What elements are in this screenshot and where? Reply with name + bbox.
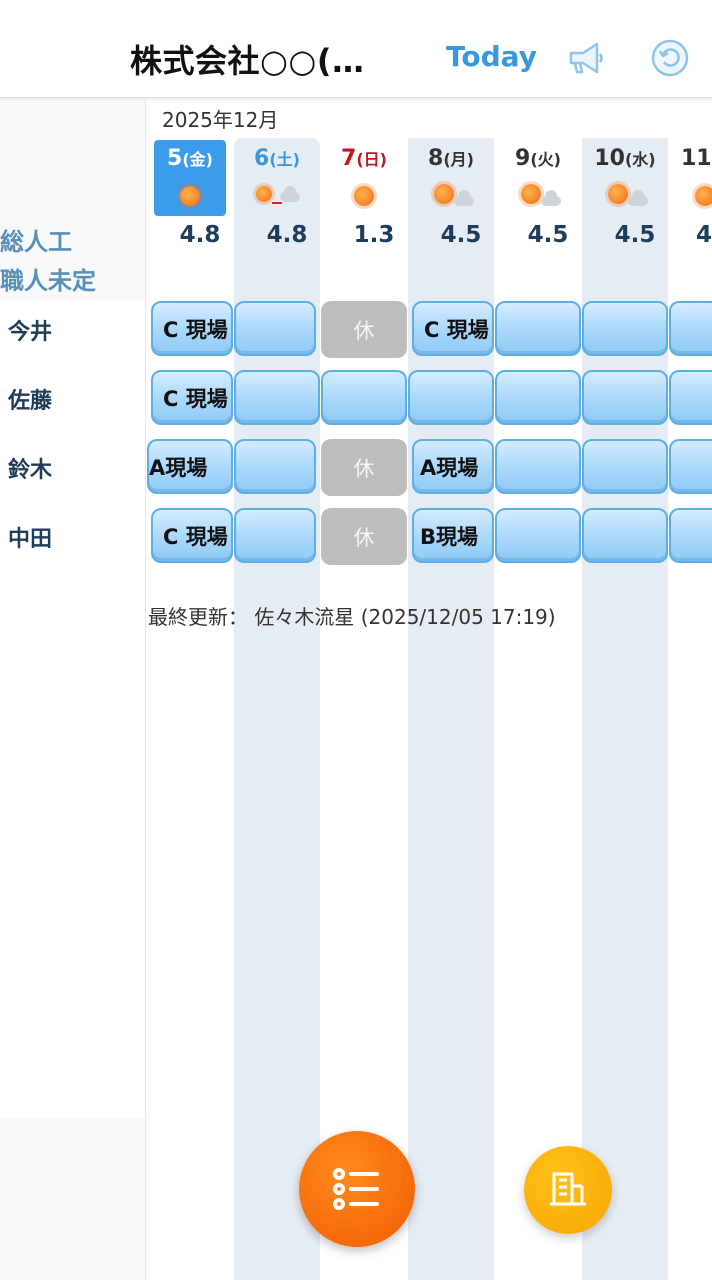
today-button[interactable]: Today [446,40,537,73]
schedule-cell[interactable] [234,439,316,494]
undo-icon[interactable] [650,38,690,78]
list-menu-button[interactable] [299,1131,415,1247]
megaphone-icon[interactable] [565,40,605,76]
day-header[interactable]: 6(土) [234,140,320,220]
schedule-cell[interactable] [669,370,712,425]
schedule-cell[interactable] [495,370,581,425]
sunny-icon [154,180,226,208]
sunny-cloudy-icon [582,180,668,208]
schedule-cell[interactable]: C 現場 [412,301,494,356]
worker-name[interactable]: 今井 [8,314,52,346]
schedule-cell[interactable] [234,370,320,425]
schedule-cell[interactable] [495,439,581,494]
sunny-icon [321,180,407,208]
schedule-cell[interactable] [495,301,581,356]
last-updated-text: 最終更新： 佐々木流星 (2025/12/05 17:19) [148,605,556,629]
total-value: 4.5 [527,222,569,248]
day-off-cell[interactable]: 休 [321,439,407,496]
company-name: 株式会社○○(… [130,42,365,80]
day-header-today[interactable]: 5(金) [154,140,226,216]
schedule-cell[interactable] [669,439,712,494]
day-header[interactable]: 10(水) [582,140,668,220]
schedule-cell[interactable] [582,508,668,563]
schedule-cell[interactable]: C 現場 [151,370,233,425]
schedule-cell[interactable]: A現場 [412,439,494,494]
day-off-cell[interactable]: 休 [321,508,407,565]
day-header[interactable]: 7(日) [321,140,407,220]
schedule-cell[interactable] [321,370,407,425]
total-value: 4.8 [179,222,221,248]
list-icon [333,1168,379,1210]
day-off-cell[interactable]: 休 [321,301,407,358]
sunny-cloudy-icon [408,180,494,208]
left-footer-panel [0,1118,146,1280]
app-header: 株式会社○○(… Today [0,0,712,98]
schedule-cell[interactable]: C 現場 [151,508,233,563]
schedule-cell[interactable] [408,370,494,425]
sunny-cloudy-icon [495,180,581,208]
day-header[interactable]: 8(月) [408,140,494,220]
total-value: 4.5 [440,222,482,248]
site-button[interactable] [524,1146,612,1234]
schedule-cell[interactable] [582,439,668,494]
unassigned-label: 職人未定 [0,267,96,295]
day-header[interactable]: 9(火) [495,140,581,220]
schedule-cell[interactable]: A現場 [147,439,233,494]
worker-name[interactable]: 佐藤 [8,383,52,415]
schedule-cell[interactable]: B現場 [412,508,494,563]
month-label: 2025年12月 [162,108,279,132]
schedule-cell[interactable] [495,508,581,563]
schedule-cell[interactable]: C 現場 [151,301,233,356]
day-header[interactable]: 11 [669,140,712,220]
total-value: 1.3 [353,222,395,248]
worker-name[interactable]: 鈴木 [8,452,52,484]
worker-name[interactable]: 中田 [8,521,52,553]
building-icon [550,1172,586,1206]
schedule-cell[interactable] [669,508,712,563]
schedule-cell[interactable] [582,370,668,425]
schedule-cell[interactable] [669,301,712,356]
sunny-icon [669,180,712,208]
total-value: 4.8 [266,222,308,248]
column-divider [145,99,146,1280]
schedule-cell[interactable] [234,508,316,563]
total-workers-label: 総人工 [0,228,72,256]
schedule-cell[interactable] [582,301,668,356]
schedule-cell[interactable] [234,301,316,356]
sunny-to-cloudy-icon [234,180,320,208]
total-value: 4 [695,222,712,248]
